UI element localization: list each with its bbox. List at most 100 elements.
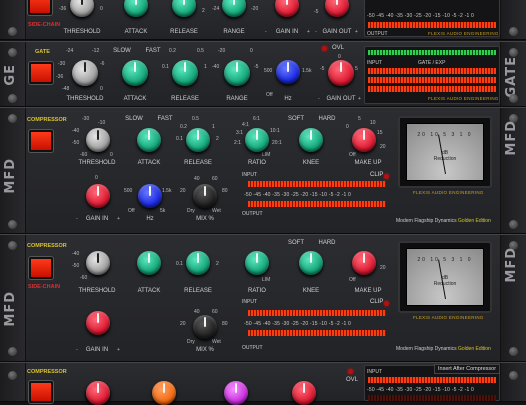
ge-attack-label: ATTACK (124, 29, 148, 35)
ge-range-knob[interactable] (222, 0, 246, 17)
ge-threshold-label: THRESHOLD (63, 29, 101, 35)
gate-attack-label: ATTACK (123, 96, 147, 102)
mfd1-clip-label: CLIP (370, 172, 384, 178)
bottom-purple-knob[interactable] (224, 381, 248, 405)
gate-ear-label: GE (3, 64, 18, 86)
mfd1-gain-in-knob[interactable] (86, 184, 110, 208)
gate-brand: FLEXIS AUDIO ENGINEERING (428, 96, 499, 101)
mfd2-knee-knob[interactable] (299, 251, 323, 275)
ge-rack-right-ear (500, 0, 526, 39)
mfd2-gain-in-minus: - (76, 347, 78, 353)
ge-threshold-scale: 0 (100, 6, 103, 12)
mfd1-ratio-scale: 20:1 (272, 140, 282, 146)
mfd2-soft-label: SOFT (288, 240, 304, 246)
mfd1-mix-knob[interactable] (193, 184, 217, 208)
gate-threshold-scale: -24 (66, 48, 74, 54)
mfd1-vu-scale: 20 10 5 3 1 0 (417, 132, 473, 138)
gate-range-scale: -5 (254, 64, 259, 70)
screw-icon (8, 241, 17, 250)
gate-range-knob[interactable] (224, 60, 250, 86)
mfd1-gain-in-minus: - (76, 216, 78, 222)
mfd1-release-label: RELEASE (184, 160, 212, 166)
mfd1-left-ear: MFD (0, 108, 26, 233)
mfd2-gain-in-knob[interactable] (86, 311, 110, 335)
gate-power-button[interactable] (29, 62, 53, 84)
mfd1-power-button[interactable] (29, 130, 53, 152)
gate-release-scale: 0.2 (169, 48, 176, 54)
ge-output-meter (368, 22, 496, 28)
gate-hz-knob[interactable] (276, 60, 300, 84)
gate-attack-knob[interactable] (122, 60, 148, 86)
gate-release-scale: 0.1 (162, 64, 169, 70)
mfd2-ratio-knob[interactable] (245, 251, 269, 275)
mfd2-edition: Modern Flagship Dynamics Golden Edition (396, 346, 491, 352)
mfd2-release-knob[interactable] (186, 251, 210, 275)
ge-power-button[interactable] (28, 0, 52, 15)
bottom-insert-select[interactable]: Insert After Compressor (434, 364, 501, 374)
mfd2-mix-knob[interactable] (193, 315, 217, 339)
mfd1-knee-knob[interactable] (299, 128, 323, 152)
mfd1-attack-label: ATTACK (137, 160, 161, 166)
mfd2-threshold-scale: -40 (72, 251, 80, 257)
ge-threshold-knob[interactable] (70, 0, 94, 17)
ge-gain-in-plus: + (307, 29, 310, 35)
gate-release-knob[interactable] (172, 60, 198, 86)
mfd2-mix-scale: Wet (212, 339, 221, 345)
bottom-orange-knob[interactable] (152, 381, 176, 405)
ge-gain-out-knob[interactable] (325, 0, 349, 17)
gate-range-scale: -40 (212, 64, 220, 70)
mfd1-hz-knob[interactable] (138, 184, 162, 208)
mfd1-makeup-knob[interactable] (352, 128, 376, 152)
mfd2-clip-label: CLIP (370, 299, 384, 305)
ge-gain-in-label: GAIN IN (275, 29, 299, 35)
mfd1-release-knob[interactable] (186, 128, 210, 152)
bottom-red-knob-1[interactable] (86, 381, 110, 405)
screw-icon (8, 371, 17, 380)
screw-icon (8, 220, 17, 229)
mfd1-threshold-knob[interactable] (86, 128, 110, 152)
mfd2-edition-suffix: Golden Edition (457, 346, 491, 352)
gate-out-scale: -5 (320, 66, 325, 72)
mfd1-vu-face: 20 10 5 3 1 0 dB Reduction (406, 123, 484, 181)
mfd2-attack-knob[interactable] (137, 251, 161, 275)
screw-icon (8, 114, 17, 123)
mfd2-makeup-scale: 20 (380, 265, 386, 271)
mfd1-ratio-label: RATIO (248, 160, 266, 166)
mfd2-right-ear: MFD (500, 235, 526, 361)
mfd1-hz-scale: 500 (124, 188, 133, 194)
mfd2-makeup-scale: Off (349, 277, 356, 283)
mfd2-power-button[interactable] (29, 257, 53, 279)
gate-rack: GE GATE -24 -12 -30 -6 -36 -48 0 THRESHO… (0, 41, 526, 107)
screw-icon (509, 371, 518, 380)
mfd1-makeup-scale: Off (349, 152, 356, 158)
mfd1-attack-knob[interactable] (137, 128, 161, 152)
mfd1-threshold-scale: -50 (72, 140, 80, 146)
mfd1-mix-scale: 20 (180, 188, 186, 194)
bottom-red-knob-2[interactable] (292, 381, 316, 405)
mfd1-vu-reduction: Reduction (433, 156, 457, 162)
mfd1-ratio-knob[interactable] (245, 128, 269, 152)
gate-ovl-led (322, 46, 327, 51)
ge-attack-knob[interactable] (124, 0, 148, 17)
gate-threshold-knob[interactable] (72, 60, 98, 86)
mfd2-makeup-knob[interactable] (352, 251, 376, 275)
mfd1-threshold-label: THRESHOLD (78, 160, 116, 166)
mfd2-output-meter (248, 330, 386, 336)
screw-icon (8, 347, 17, 356)
gate-range-label: RANGE (226, 96, 248, 102)
gate-gain-out-knob[interactable] (328, 60, 354, 86)
gate-fast-label: FAST (145, 48, 161, 54)
ge-gain-in-knob[interactable] (275, 0, 299, 17)
mfd1-threshold-scale: -40 (72, 128, 80, 134)
mfd1-mix-scale: 80 (222, 188, 228, 194)
gate-right-ear-label: GATE (504, 56, 519, 98)
gate-hz-label: Hz (284, 96, 292, 102)
mfd2-output-label: OUTPUT (242, 345, 263, 351)
bottom-tag: COMPRESSOR (27, 369, 67, 375)
ge-rack-left-ear (0, 0, 26, 39)
mfd2-mix-scale: 60 (212, 309, 218, 315)
mfd2-mix-scale: 40 (194, 309, 200, 315)
mfd1-threshold-scale: -60 (80, 152, 88, 158)
ge-release-knob[interactable] (172, 0, 196, 17)
mfd2-threshold-knob[interactable] (86, 251, 110, 275)
